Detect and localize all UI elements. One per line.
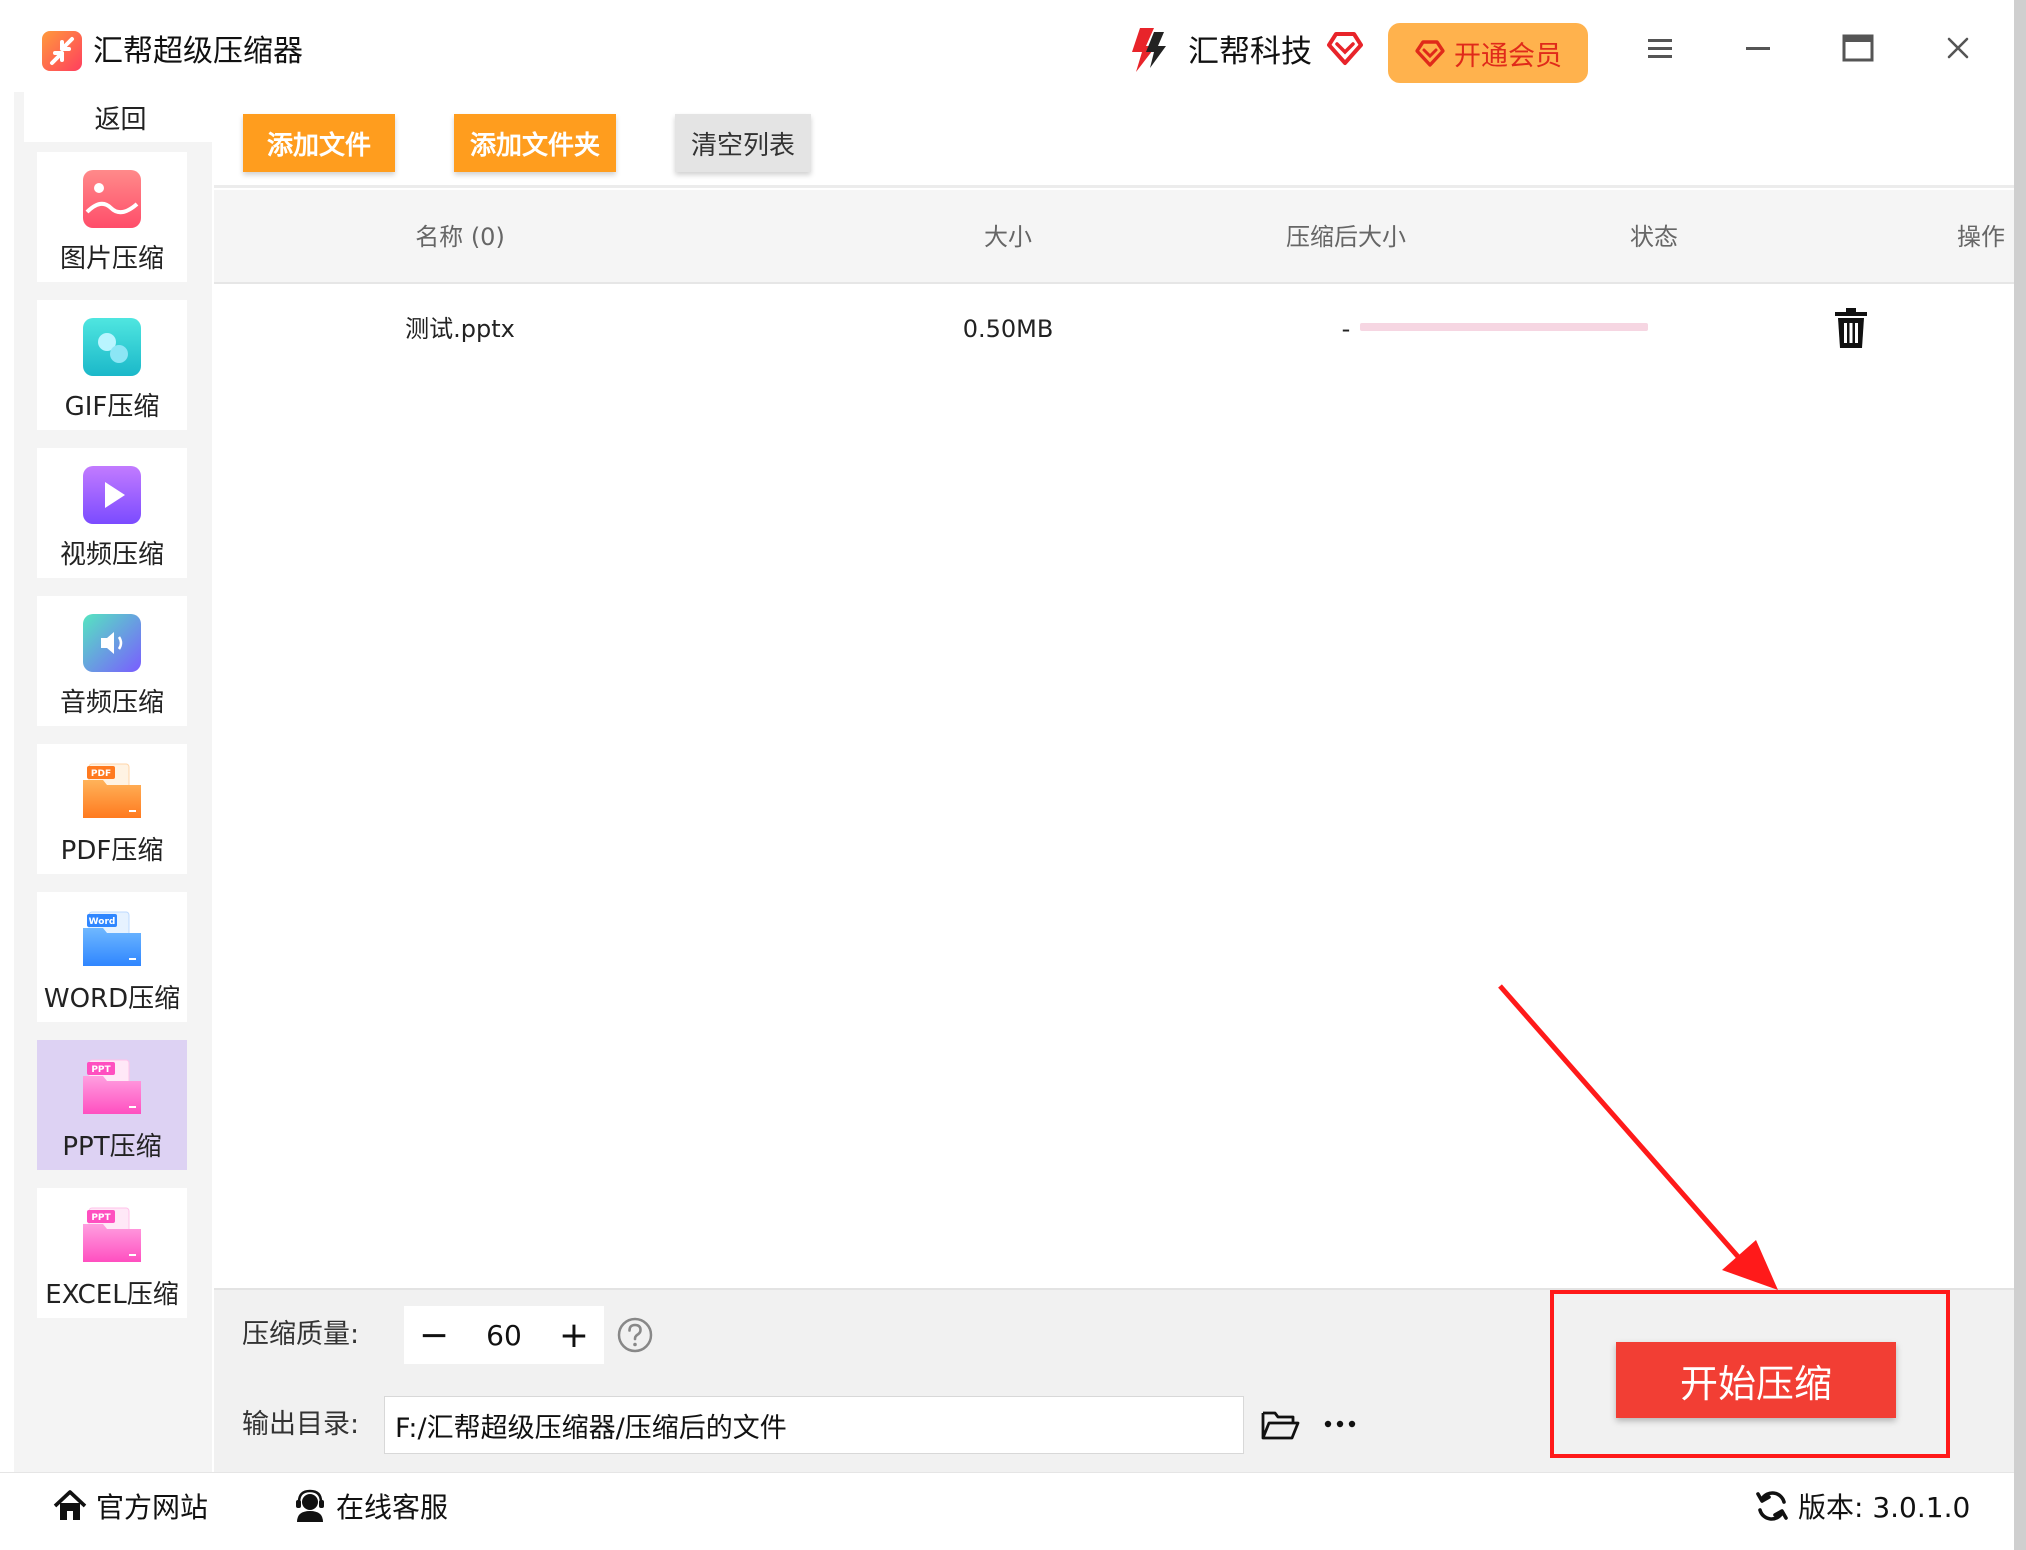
pdf-compress-icon: PDF [83, 763, 141, 818]
minimize-button[interactable] [1738, 28, 1778, 68]
clear-list-button[interactable]: 清空列表 [675, 114, 811, 172]
column-header-compressed-size: 压缩后大小 [1286, 223, 1406, 251]
sidebar-item-ppt[interactable]: PPT PPT压缩 [37, 1040, 187, 1170]
file-table: 名称 (0) 大小 压缩后大小 状态 操作 测试.pptx 0.50MB - [214, 190, 2014, 1288]
sidebar-item-label: WORD压缩 [43, 984, 181, 1014]
table-header: 名称 (0) 大小 压缩后大小 状态 操作 [214, 190, 2014, 284]
add-file-button[interactable]: 添加文件 [243, 114, 395, 172]
menu-button[interactable] [1640, 28, 1680, 68]
home-icon [53, 1490, 87, 1520]
gif-compress-icon [83, 318, 141, 376]
sidebar-item-audio[interactable]: 音频压缩 [37, 596, 187, 726]
hamburger-menu-icon [1648, 39, 1672, 58]
settings-panel: 压缩质量: − 60 + 输出目录: 开始压缩 [214, 1288, 2014, 1472]
sidebar-item-video[interactable]: 视频压缩 [37, 448, 187, 578]
column-header-name: 名称 (0) [415, 223, 505, 251]
sidebar-item-image[interactable]: 图片压缩 [37, 152, 187, 282]
video-compress-icon [83, 466, 141, 524]
quality-stepper: − 60 + [404, 1306, 604, 1364]
more-options-icon[interactable] [1320, 1404, 1360, 1444]
refresh-icon [1756, 1491, 1788, 1521]
sidebar-item-label: EXCEL压缩 [45, 1280, 179, 1310]
sidebar-item-gif[interactable]: GIF压缩 [37, 300, 187, 430]
file-name: 测试.pptx [405, 315, 515, 343]
back-button[interactable]: 返回 [24, 92, 217, 142]
version-label: 版本: 3.0.1.0 [1798, 1491, 1971, 1524]
desktop-backdrop [2014, 0, 2026, 1550]
sidebar-item-word[interactable]: Word WORD压缩 [37, 892, 187, 1022]
online-support-label: 在线客服 [336, 1491, 449, 1524]
sidebar-item-label: GIF压缩 [64, 392, 160, 422]
sidebar-item-label: 视频压缩 [59, 540, 164, 570]
output-dir-label: 输出目录: [242, 1409, 360, 1440]
maximize-icon [1842, 34, 1874, 62]
title-bar: 汇帮超级压缩器 汇帮科技 开通会员 [0, 0, 2014, 92]
app-title: 汇帮超级压缩器 [93, 34, 303, 69]
sidebar-item-label: 音频压缩 [59, 688, 164, 718]
sidebar-item-label: 图片压缩 [59, 244, 164, 274]
column-header-status: 状态 [1630, 223, 1678, 251]
word-compress-icon: Word [83, 911, 141, 966]
image-compress-icon [83, 170, 141, 228]
ppt-badge-text: PPT [91, 1065, 111, 1075]
sidebar-item-excel[interactable]: PPT EXCEL压缩 [37, 1188, 187, 1318]
customer-service-icon [296, 1489, 324, 1522]
online-support-link[interactable]: 在线客服 [292, 1473, 448, 1539]
open-folder-icon[interactable] [1260, 1404, 1300, 1444]
pdf-badge-text: PDF [91, 769, 111, 779]
add-folder-button[interactable]: 添加文件夹 [454, 114, 616, 172]
column-header-size: 大小 [984, 223, 1032, 251]
status-progress-bar [1360, 323, 1648, 331]
quality-increase-button[interactable]: + [544, 1306, 604, 1364]
diamond-heart-icon [1327, 32, 1363, 65]
quality-value[interactable]: 60 [464, 1319, 544, 1352]
quality-decrease-button[interactable]: − [404, 1306, 464, 1364]
help-icon[interactable] [616, 1316, 654, 1354]
excel-badge-text: PPT [91, 1213, 111, 1223]
close-icon [1947, 37, 1969, 59]
audio-compress-icon [83, 614, 141, 672]
sidebar-item-label: PDF压缩 [60, 836, 164, 866]
brand-logo-icon [1132, 28, 1166, 72]
vip-diamond-icon [1415, 40, 1445, 67]
official-website-link[interactable]: 官方网站 [52, 1473, 208, 1539]
sidebar-item-pdf[interactable]: PDF PDF压缩 [37, 744, 187, 874]
vip-label: 开通会员 [1454, 40, 1562, 72]
delete-icon[interactable] [1831, 306, 1871, 350]
close-button[interactable] [1938, 28, 1978, 68]
minimize-icon [1746, 47, 1770, 50]
word-badge-text: Word [89, 917, 116, 927]
maximize-button[interactable] [1838, 28, 1878, 68]
sidebar-item-label: PPT压缩 [62, 1132, 162, 1162]
official-website-label: 官方网站 [96, 1491, 209, 1524]
table-row[interactable]: 测试.pptx 0.50MB - [214, 284, 2014, 374]
toolbar: 添加文件 添加文件夹 清空列表 [214, 92, 2014, 188]
file-size: 0.50MB [962, 315, 1054, 343]
quality-label: 压缩质量: [242, 1319, 360, 1350]
start-compress-button[interactable]: 开始压缩 [1616, 1342, 1896, 1418]
ppt-compress-icon: PPT [83, 1059, 141, 1114]
app-logo-icon [42, 31, 82, 71]
output-dir-input[interactable] [384, 1396, 1244, 1454]
version-info[interactable]: 版本: 3.0.1.0 [1754, 1473, 1970, 1539]
column-header-action: 操作 [1957, 223, 2005, 251]
vip-button[interactable]: 开通会员 [1388, 23, 1588, 83]
sidebar: 返回 图片压缩 GIF压缩 视频压缩 音频压缩 PDF PDF压缩 Word W… [14, 92, 217, 1472]
status-bar: 官方网站 在线客服 版本: 3.0.1.0 [0, 1472, 2014, 1550]
app-window: 汇帮超级压缩器 汇帮科技 开通会员 返回 图片压缩 GIF压缩 视频压缩 音频压… [0, 0, 2014, 1550]
brand-name: 汇帮科技 [1188, 34, 1312, 70]
excel-compress-icon: PPT [83, 1207, 141, 1262]
